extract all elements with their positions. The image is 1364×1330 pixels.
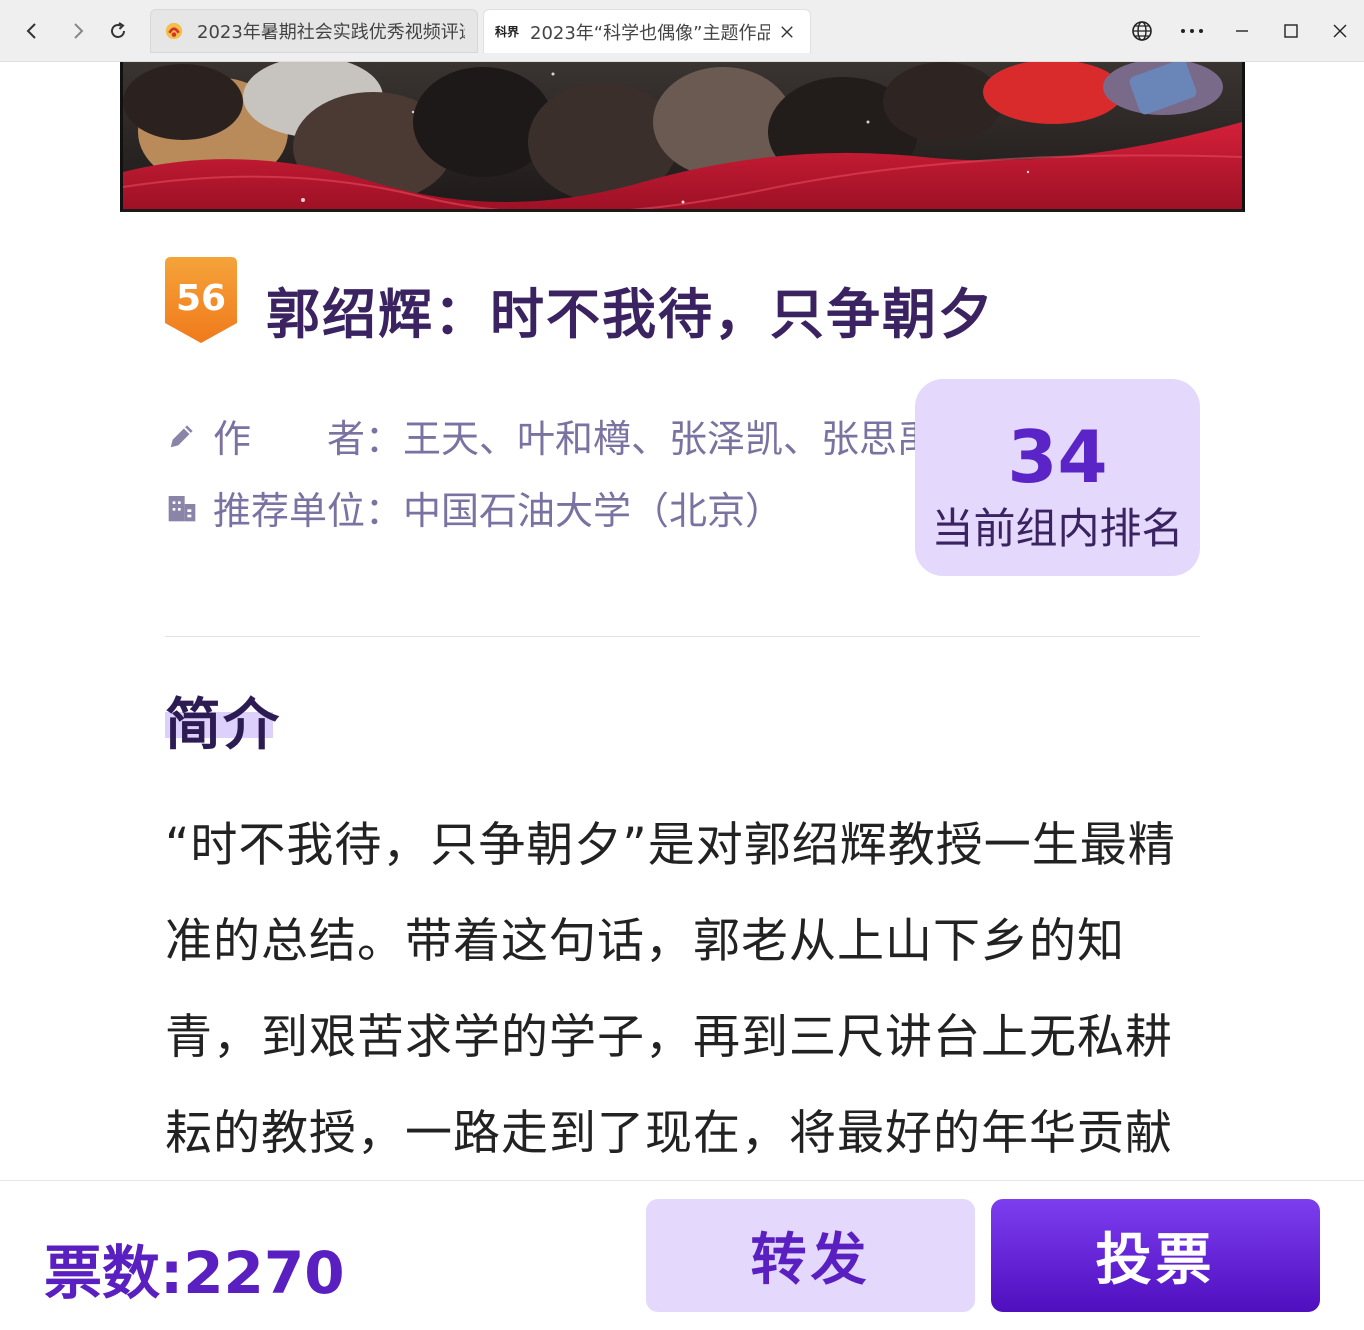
browser-toolbar: 2023年暑期社会实践优秀视频评选 科界 2023年“科学也偶像”主题作品 (0, 0, 1364, 62)
rank-value: 34 (1007, 415, 1108, 499)
vote-count-label: 票数: (44, 1239, 184, 1307)
author-row: 作 者： 王天、叶和樽、张泽凯、张思禹 (165, 408, 935, 463)
page-title: 郭绍辉：时不我待，只争朝夕 (266, 283, 994, 346)
forward-button[interactable] (62, 14, 94, 48)
window-close-button[interactable] (1322, 14, 1358, 48)
tab-science-idol[interactable]: 科界 2023年“科学也偶像”主题作品 (483, 9, 811, 53)
cover-image-art (123, 62, 1242, 209)
more-button[interactable] (1174, 14, 1210, 48)
intro-heading: 简介 (165, 693, 281, 758)
forward-icon (74, 23, 84, 39)
reload-button[interactable] (102, 14, 134, 48)
tab-social-practice[interactable]: 2023年暑期社会实践优秀视频评选 (150, 9, 478, 53)
globe-icon (1132, 21, 1152, 41)
unit-row: 推荐单位： 中国石油大学（北京） (165, 480, 783, 535)
share-button[interactable]: 转发 (646, 1199, 975, 1312)
back-button[interactable] (16, 14, 48, 48)
minimize-icon (1236, 30, 1248, 32)
unit-label: 推荐单位： (213, 489, 404, 533)
reload-icon (111, 22, 125, 38)
intro-text: “时不我待，只争朝夕”是对郭绍辉教授一生最精准的总结。带着这句话，郭老从上山下乡… (165, 818, 1176, 1161)
unit-name: 中国石油大学（北京） (403, 489, 784, 533)
close-icon (1333, 24, 1347, 38)
minimize-button[interactable] (1224, 14, 1260, 48)
author-names: 王天、叶和樽、张泽凯、张思禹 (403, 417, 936, 461)
rank-card: 34 当前组内排名 (915, 379, 1200, 576)
ribbon-logo-icon (163, 20, 185, 42)
divider (165, 636, 1200, 637)
globe-button[interactable] (1124, 14, 1160, 48)
vote-button[interactable]: 投票 (991, 1199, 1320, 1312)
more-icon (1181, 29, 1203, 33)
author-label: 作 者： (213, 417, 404, 461)
cover-image[interactable] (120, 62, 1245, 212)
work-number: 56 (175, 278, 227, 319)
tab-title: 2023年暑期社会实践优秀视频评选 (197, 22, 465, 43)
back-icon (26, 23, 36, 39)
pencil-icon (165, 419, 199, 453)
maximize-button[interactable] (1273, 14, 1309, 48)
rank-caption: 当前组内排名 (931, 504, 1184, 553)
maximize-icon (1284, 24, 1298, 38)
tab-close-icon[interactable] (776, 21, 798, 43)
tab-title: 2023年“科学也偶像”主题作品 (530, 22, 770, 44)
kejie-logo-icon: 科界 (495, 25, 520, 39)
building-icon (165, 491, 199, 525)
vote-count-value: 2270 (183, 1239, 345, 1307)
vote-count: 票数:2270 (44, 1226, 345, 1310)
